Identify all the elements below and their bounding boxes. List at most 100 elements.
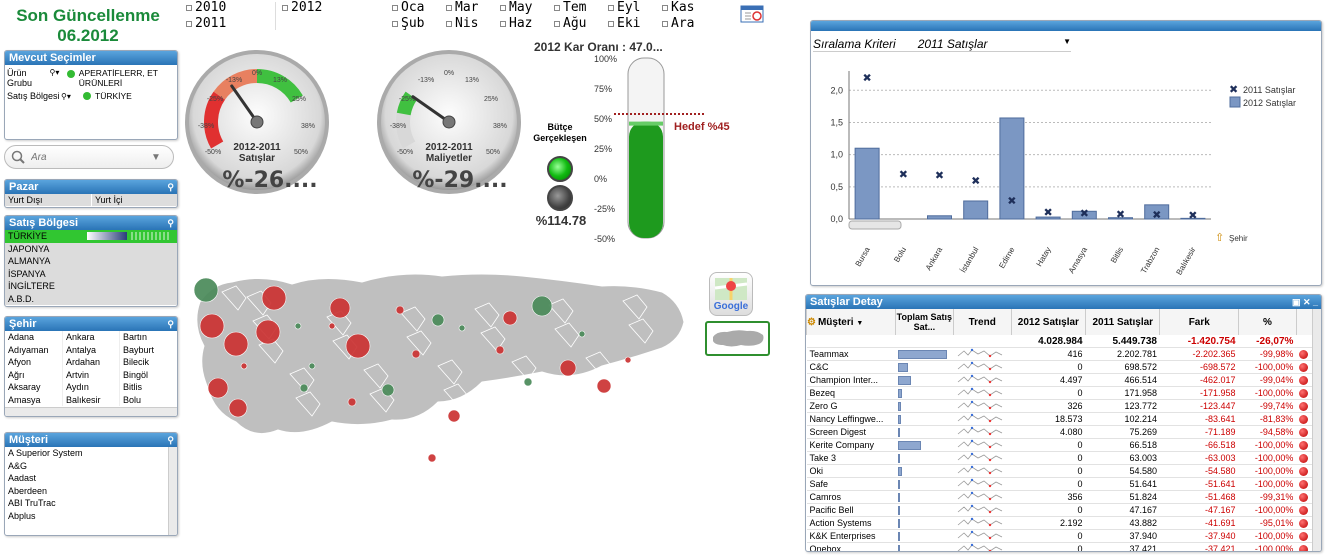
vertical-scrollbar[interactable]	[168, 447, 177, 535]
table-row[interactable]: Safe 0 51.641 -51.641 -100,00%	[806, 477, 1312, 492]
list-item[interactable]: İNGİLTERE	[5, 280, 177, 293]
city-item[interactable]: Bingöl	[120, 369, 176, 382]
table-row[interactable]: Camros 356 51.824 -51.468 -99,31%	[806, 490, 1312, 505]
sales-2012: 0	[1011, 503, 1086, 518]
table-row[interactable]: Teammax 416 2.202.781 -2.202.365 -99,98%	[806, 347, 1312, 362]
last-updated-date: 06.2012	[57, 26, 119, 45]
search-icon[interactable]: ⚲	[167, 433, 177, 447]
customer-item[interactable]: ABI TruTrac	[5, 497, 167, 510]
city-item[interactable]: Bartın	[120, 331, 176, 344]
city-item[interactable]: Ankara	[63, 331, 119, 344]
month-option[interactable]: Nis	[446, 16, 478, 32]
checkbox-icon	[662, 21, 668, 27]
column-header[interactable]: Fark	[1159, 309, 1239, 335]
city-item[interactable]: Bayburt	[120, 344, 176, 357]
city-item[interactable]: Bitlis	[120, 381, 176, 394]
selection-row[interactable]: Satış Bölgesi ⚲▾ TÜRKİYE	[5, 91, 177, 101]
chevron-down-icon[interactable]: ▼	[151, 152, 161, 163]
table-row[interactable]: Kerite Company 0 66.518 -66.518 -100,00%	[806, 438, 1312, 453]
mini-map-thumbnail[interactable]	[705, 321, 770, 356]
table-row[interactable]: Pacific Bell 0 47.167 -47.167 -100,00%	[806, 503, 1312, 518]
search-input[interactable]	[31, 151, 151, 163]
list-item[interactable]: ALMANYA	[5, 255, 177, 268]
year-label: 2010	[195, 0, 227, 15]
customer-item[interactable]: Abplus	[5, 510, 167, 523]
month-option[interactable]: Eyl	[608, 0, 640, 16]
customer-item[interactable]: A&G	[5, 460, 167, 473]
city-item[interactable]: Bolu	[120, 394, 176, 407]
google-maps-icon[interactable]: Google	[709, 272, 753, 316]
horizontal-scrollbar[interactable]	[5, 407, 177, 416]
city-item[interactable]: Balıkesir	[63, 394, 119, 407]
city-item[interactable]: Aydın	[63, 381, 119, 394]
city-item[interactable]: Adana	[5, 331, 62, 344]
list-item[interactable]: İSPANYA	[5, 267, 177, 280]
city-item[interactable]: Ardahan	[63, 356, 119, 369]
month-option[interactable]: Eki	[608, 16, 640, 32]
search-box[interactable]: ▼	[4, 145, 174, 169]
month-option[interactable]: Mar	[446, 0, 478, 16]
month-option[interactable]: Oca	[392, 0, 424, 16]
turkey-map[interactable]	[192, 262, 692, 482]
city-item[interactable]: Antalya	[63, 344, 119, 357]
customer-item[interactable]: Aberdeen	[5, 485, 167, 498]
sort-icon[interactable]: ⚙	[807, 317, 816, 328]
month-option[interactable]: Ara	[662, 16, 694, 32]
column-header[interactable]: 2011 Satışlar	[1085, 309, 1160, 335]
ranking-dropdown[interactable]: Sıralama Kriteri 2011 Satışlar ▼	[813, 37, 1071, 52]
month-option[interactable]: Şub	[392, 16, 424, 32]
search-icon[interactable]: ⚲	[167, 317, 177, 331]
column-header[interactable]: 2012 Satışlar	[1010, 309, 1086, 335]
year-2012[interactable]: 2012	[282, 0, 322, 16]
chevron-down-icon[interactable]: ▼	[1063, 37, 1071, 51]
table-row[interactable]: Screen Digest 4.080 75.269 -71.189 -94,58%	[806, 425, 1312, 440]
total-sales-bar	[898, 375, 912, 385]
list-item[interactable]: JAPONYA	[5, 242, 177, 255]
month-option[interactable]: Haz	[500, 16, 532, 32]
city-item[interactable]: Afyon	[5, 356, 62, 369]
search-icon[interactable]: ⚲	[167, 180, 177, 194]
table-row[interactable]: Zero G 326 123.772 -123.447 -99,74%	[806, 399, 1312, 414]
customer-item[interactable]: A Superior System	[5, 447, 167, 460]
month-option[interactable]: Kas	[662, 0, 694, 16]
customer-item[interactable]: Aadast	[5, 472, 167, 485]
table-row[interactable]: Onebox 0 37.421 -37.421 -100,00%	[806, 542, 1312, 551]
column-header[interactable]: Trend	[952, 309, 1012, 335]
city-item[interactable]: Bilecik	[120, 356, 176, 369]
column-header[interactable]: Toplam Satış Sat...	[894, 309, 954, 335]
musteri-listbox: Müşteri ⚲ A Superior System A&G Aadast Aberd…	[4, 432, 178, 536]
budget-label: Bütçe Gerçekleşen	[533, 122, 587, 143]
window-controls-icon[interactable]: ▣ ✕ _	[1292, 295, 1321, 309]
month-option[interactable]: May	[500, 0, 532, 16]
vertical-scrollbar[interactable]	[1312, 309, 1321, 551]
calendar-icon[interactable]	[740, 3, 766, 23]
city-item[interactable]: Adıyaman	[5, 344, 62, 357]
column-header[interactable]: ⚙ Müşteri ▼	[806, 309, 896, 335]
column-header[interactable]: %	[1238, 309, 1297, 335]
table-row[interactable]: Champion Inter... 4.497 466.514 -462.017 -99…	[806, 373, 1312, 388]
city-item[interactable]: Amasya	[5, 394, 62, 407]
selection-row[interactable]: Ürün Grubu ⚲▾ APERATİFLERR, ET ÜRÜNLERİ	[5, 68, 177, 88]
city-item[interactable]: Artvin	[63, 369, 119, 382]
city-item[interactable]: Aksaray	[5, 381, 62, 394]
search-icon[interactable]: ⚲	[167, 216, 177, 230]
table-row[interactable]: C&C 0 698.572 -698.572 -100,00%	[806, 360, 1312, 375]
month-option[interactable]: Tem	[554, 0, 586, 16]
table-row[interactable]: K&K Enterprises 0 37.940 -37.940 -100,00%	[806, 529, 1312, 544]
city-item[interactable]: Ağrı	[5, 369, 62, 382]
list-item[interactable]: Yurt Dışı	[5, 194, 91, 206]
table-row[interactable]: Take 3 0 63.003 -63.003 -100,00%	[806, 451, 1312, 466]
table-row[interactable]: Nancy Leffingwe... 18.573 102.214 -83.641 -8…	[806, 412, 1312, 427]
table-row[interactable]: Bezeq 0 171.958 -171.958 -100,00%	[806, 386, 1312, 401]
month-option[interactable]: Ağu	[554, 16, 586, 32]
chevron-down-icon[interactable]: ▼	[856, 320, 863, 327]
list-item[interactable]: A.B.D.	[5, 292, 177, 305]
list-item[interactable]: Yurt İçi	[91, 194, 177, 206]
year-2011[interactable]: 2011	[186, 16, 226, 32]
dropdown-icon[interactable]: ⚲▾	[61, 92, 83, 101]
year-2010[interactable]: 2010	[186, 0, 226, 16]
dropdown-icon[interactable]: ⚲▾	[49, 68, 66, 77]
table-row[interactable]: Action Systems 2.192 43.882 -41.691 -95,01%	[806, 516, 1312, 531]
table-row[interactable]: Oki 0 54.580 -54.580 -100,00%	[806, 464, 1312, 479]
list-item-selected[interactable]: TÜRKİYE	[5, 230, 177, 243]
